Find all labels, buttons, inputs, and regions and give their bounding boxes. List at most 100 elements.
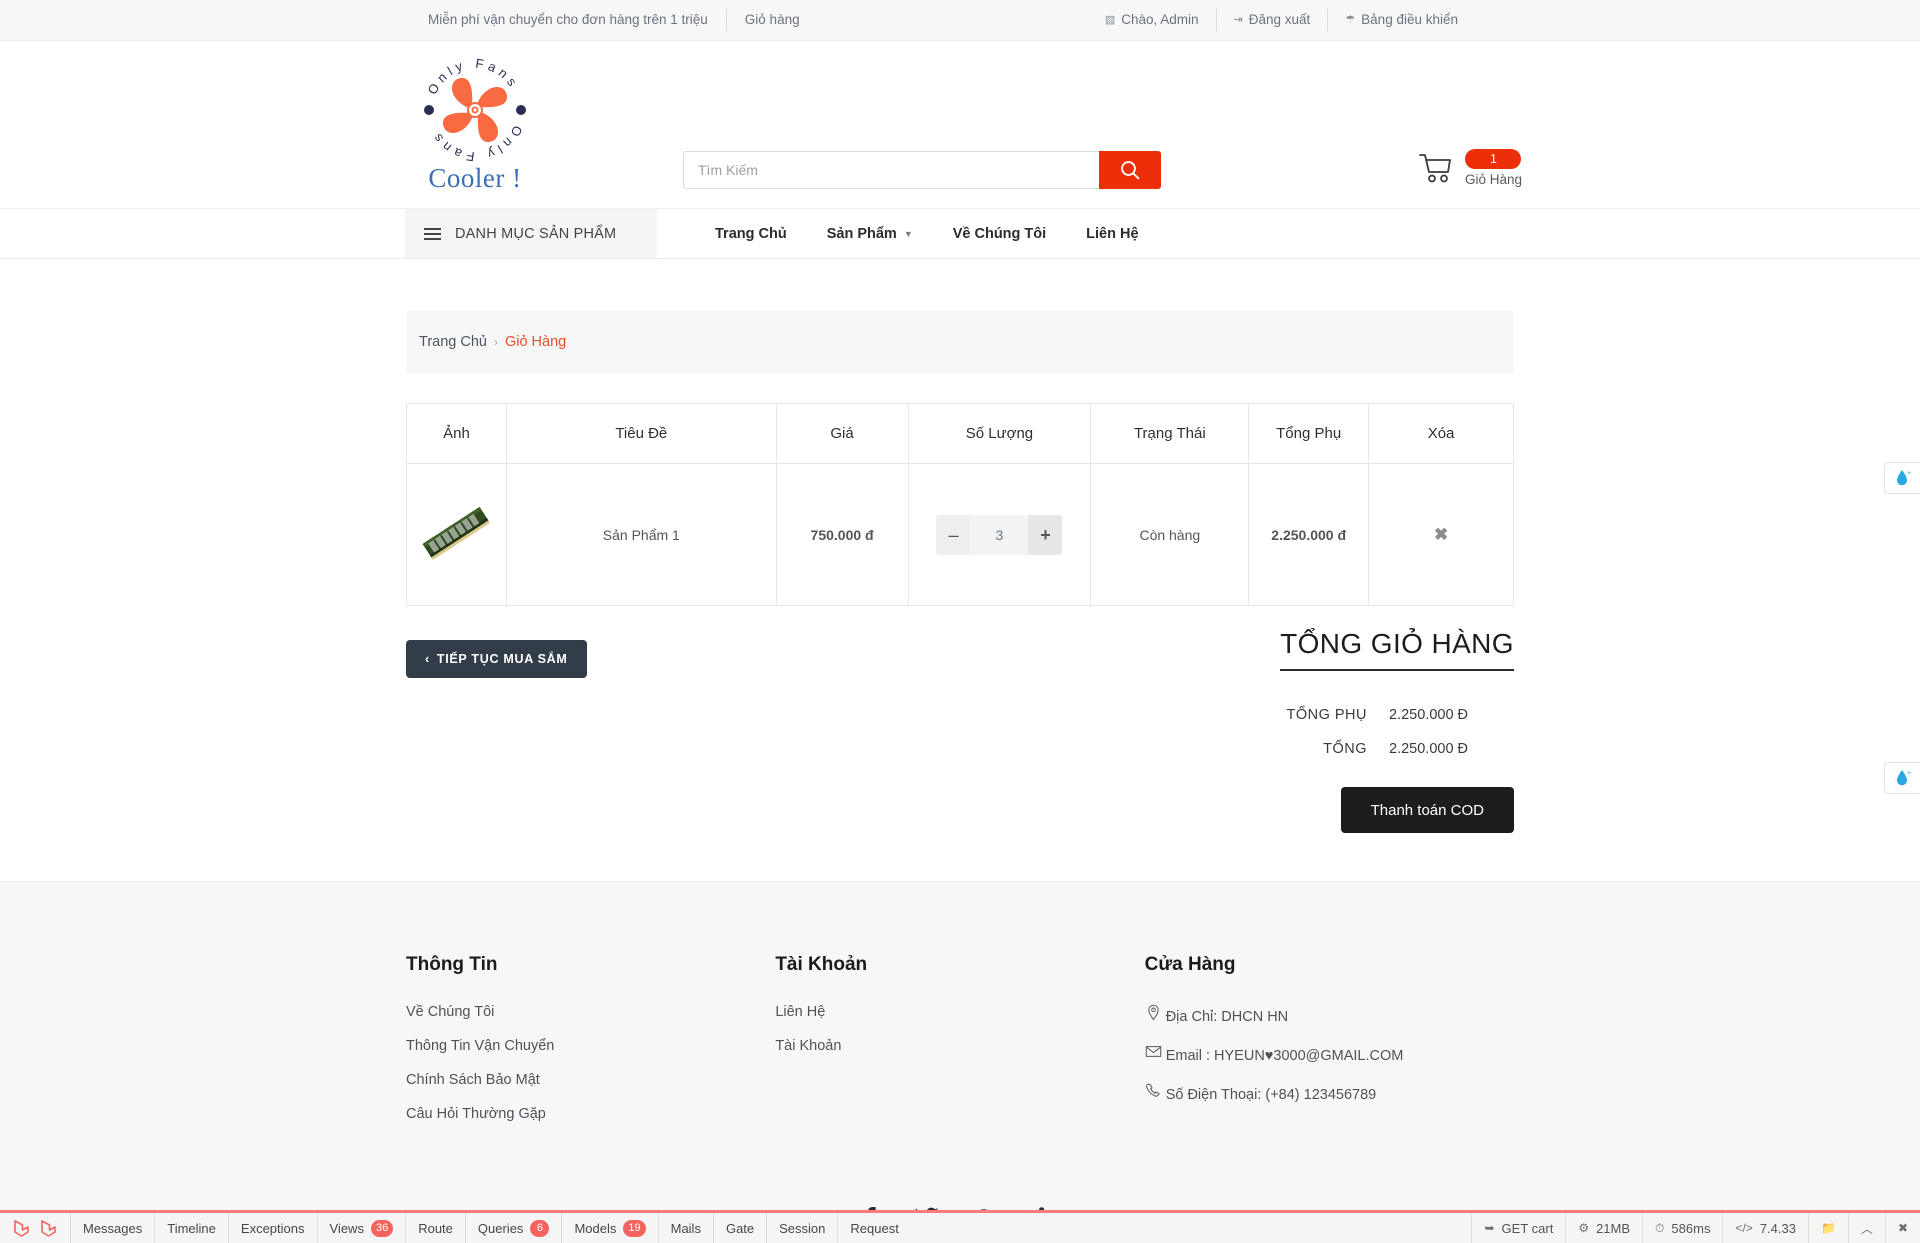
footer-link-about[interactable]: Về Chúng Tôi [406, 1004, 775, 1020]
code-icon: </> [1735, 1221, 1753, 1235]
debugbar-close-button[interactable]: ✖ [1884, 1213, 1920, 1243]
nav-item-home-label: Trang Chủ [715, 225, 787, 242]
nav-item-products-label: Sản Phẩm [826, 225, 897, 242]
debugbar-route-label: GET cart [1501, 1220, 1554, 1236]
cell-product-price: 750.000 đ [775, 463, 909, 606]
debugbar-tab-session-label: Session [779, 1220, 826, 1236]
footer-phone-text: Số Điện Thoại: (+84) 123456789 [1165, 1087, 1377, 1103]
debugbar-stat-route: ➥ GET cart [1471, 1213, 1565, 1243]
footer-link-shipping[interactable]: Thông Tin Vận Chuyển [406, 1038, 775, 1054]
debugbar-tab-models[interactable]: Models 19 [562, 1213, 659, 1243]
cell-product-delete: ✖ [1368, 463, 1514, 606]
nav-item-about[interactable]: Về Chúng Tôi [933, 226, 1066, 242]
search-button[interactable] [1099, 151, 1161, 189]
logout-icon: ⇥ [1233, 14, 1243, 26]
debugbar-tab-messages-label: Messages [83, 1220, 143, 1236]
cell-product-subtotal: 2.250.000 đ [1248, 463, 1370, 606]
debugbar-queries-badge: 6 [530, 1219, 550, 1237]
debugbar-tab-mails[interactable]: Mails [659, 1213, 714, 1243]
totals-total-value: 2.250.000 Đ [1389, 741, 1469, 757]
checkout-cod-button[interactable]: Thanh toán COD [1340, 787, 1514, 833]
quantity-decrease-button[interactable]: – [936, 514, 971, 555]
clock-icon: ⏱ [1655, 1220, 1665, 1235]
cart-label: Giỏ Hàng [1464, 172, 1522, 187]
col-header-image: Ảnh [406, 403, 507, 464]
table-row: Sản Phẩm 1 750.000 đ – + Còn hàng 2.250.… [406, 463, 1514, 606]
debugbar-time-label: 586ms [1671, 1220, 1711, 1236]
envelope-icon [1145, 1046, 1161, 1057]
debugbar-tab-exceptions[interactable]: Exceptions [229, 1213, 318, 1243]
folder-icon: 📁 [1820, 1221, 1836, 1235]
debugbar-tab-session[interactable]: Session [767, 1213, 839, 1243]
chevron-up-icon: ︿ [1860, 1221, 1873, 1236]
chevron-left-icon: ‹ [425, 652, 430, 666]
quantity-input[interactable] [970, 514, 1029, 555]
hamburger-icon [424, 227, 441, 240]
breadcrumb-separator-icon: › [493, 335, 498, 349]
search-icon [1121, 161, 1140, 180]
cell-product-image [406, 463, 507, 606]
svg-text:Only Fans: Only Fans [424, 56, 522, 97]
totals-row-total: TỔNG 2.250.000 Đ [1114, 741, 1514, 757]
debugbar-tab-views[interactable]: Views 36 [318, 1213, 407, 1243]
nav-item-contact-label: Liên Hệ [1086, 225, 1139, 242]
debugbar-views-badge: 36 [370, 1219, 394, 1237]
debugbar-tab-route[interactable]: Route [406, 1213, 466, 1243]
site-logo[interactable]: Only Fans Only Fans Cooler ! [400, 51, 550, 199]
debugbar-stat-memory: ⚙ 21MB [1565, 1213, 1642, 1243]
continue-shopping-label: TIẾP TỤC MUA SẮM [436, 652, 568, 666]
nav-links: Trang Chủ Sản Phẩm ▼ Về Chúng Tôi Liên H… [657, 209, 1159, 258]
col-header-status: Trạng Thái [1090, 403, 1250, 464]
debugbar-tab-request[interactable]: Request [838, 1213, 910, 1243]
debugbar-tab-gate[interactable]: Gate [714, 1213, 768, 1243]
debugbar-tab-views-label: Views [329, 1220, 364, 1236]
location-pin-icon [1147, 1004, 1159, 1021]
debugbar-logos [0, 1213, 70, 1243]
breadcrumb-home[interactable]: Trang Chủ [419, 334, 487, 350]
quantity-increase-button[interactable]: + [1028, 514, 1063, 555]
debugbar-php-label: 7.4.33 [1759, 1220, 1796, 1236]
continue-shopping-button[interactable]: ‹ TIẾP TỤC MUA SẮM [406, 640, 587, 678]
cart-totals-panel: TỔNG GIỎ HÀNG TỔNG PHỤ 2.250.000 Đ TỔNG … [1114, 628, 1514, 833]
debugbar-collapse-button[interactable]: ︿ [1847, 1213, 1885, 1243]
category-menu-toggle[interactable]: DANH MỤC SẢN PHẨM [405, 209, 657, 258]
main-navigation: DANH MỤC SẢN PHẨM Trang Chủ Sản Phẩm ▼ V… [0, 209, 1920, 259]
debugbar-tab-messages[interactable]: Messages [71, 1213, 156, 1243]
share-icon: ➥ [1484, 1221, 1495, 1235]
shopping-cart-icon [1419, 154, 1451, 183]
cell-product-status: Còn hàng [1090, 463, 1250, 606]
topbar-cart-link[interactable]: Giỏ hàng [725, 9, 818, 31]
footer-link-account[interactable]: Tài Khoản [775, 1038, 1144, 1054]
nav-item-products[interactable]: Sản Phẩm ▼ [807, 226, 933, 242]
nav-item-about-label: Về Chúng Tôi [952, 225, 1047, 242]
side-widget-chat-top[interactable]: + [1884, 462, 1920, 494]
ram-module-thumbnail[interactable] [416, 497, 496, 569]
col-header-subtotal: Tổng Phụ [1248, 403, 1370, 464]
debugbar-tab-timeline[interactable]: Timeline [155, 1213, 229, 1243]
debugbar-open-button[interactable]: 📁 [1807, 1213, 1848, 1243]
footer-link-contact[interactable]: Liên Hệ [775, 1004, 1144, 1020]
cart-totals-title: TỔNG GIỎ HÀNG [1280, 628, 1514, 671]
footer-link-faq[interactable]: Câu Hỏi Thường Gặp [406, 1106, 775, 1122]
header-cart-link[interactable]: 1 Giỏ Hàng [1419, 149, 1522, 187]
top-announcement-bar: Miễn phí vận chuyển cho đơn hàng trên 1 … [0, 0, 1920, 41]
topbar-dashboard[interactable]: ☂ Bảng điều khiển [1327, 9, 1475, 31]
debugbar-tab-timeline-label: Timeline [167, 1220, 216, 1236]
search-input[interactable] [683, 151, 1099, 189]
remove-item-button[interactable]: ✖ [1434, 525, 1448, 545]
footer-info-title: Thông Tin [406, 954, 498, 975]
nav-item-home[interactable]: Trang Chủ [695, 226, 807, 242]
debugbar-tab-queries[interactable]: Queries 6 [466, 1213, 563, 1243]
topbar-logout[interactable]: ⇥ Đăng xuất [1215, 9, 1328, 31]
laravel-debugbar: Messages Timeline Exceptions Views 36 Ro… [0, 1210, 1920, 1243]
close-icon: ✖ [1897, 1221, 1908, 1235]
footer-link-privacy[interactable]: Chính Sách Bảo Mật [406, 1072, 775, 1088]
side-widget-chat-bottom[interactable]: + [1884, 762, 1920, 794]
footer-store-email: Email : HYEUN♥3000@GMAIL.COM [1145, 1043, 1514, 1064]
col-header-delete: Xóa [1368, 403, 1514, 464]
footer-address-text: Địa Chỉ: DHCN HN [1165, 1009, 1289, 1025]
nav-item-contact[interactable]: Liên Hệ [1066, 226, 1158, 242]
cart-items-table: Ảnh Tiêu Đề Giá Số Lượng Trạng Thái Tổng… [406, 403, 1514, 606]
totals-total-label: TỔNG [1323, 741, 1367, 757]
header-search [683, 151, 1161, 189]
